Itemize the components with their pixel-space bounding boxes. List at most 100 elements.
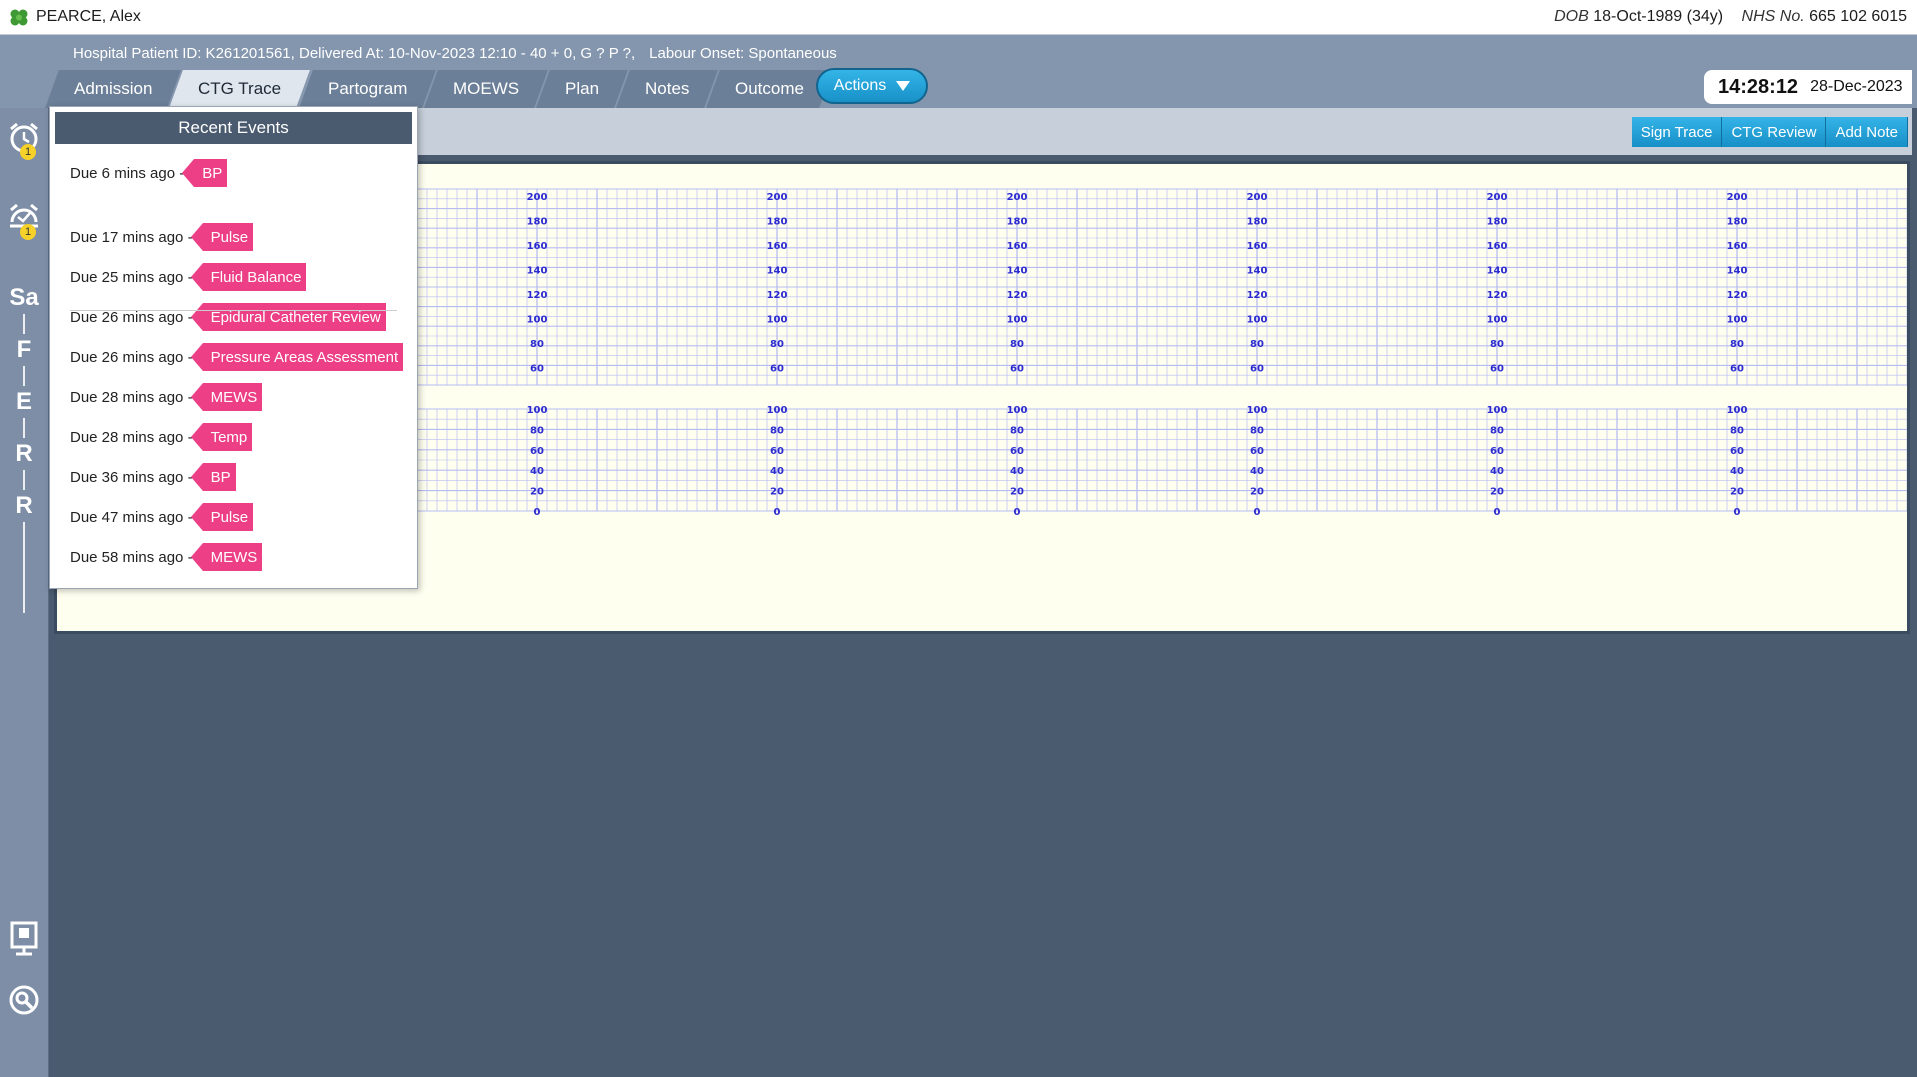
fhr-tick-label: 180 xyxy=(1487,217,1508,228)
fhr-tick-label: 180 xyxy=(527,217,548,228)
event-tag[interactable]: Temp xyxy=(190,423,253,451)
toco-tick-label: 40 xyxy=(1490,466,1504,477)
fhr-tick-label: 200 xyxy=(1727,192,1748,203)
toco-tick-label: 60 xyxy=(1250,446,1264,457)
event-due-text: Due 17 mins ago - xyxy=(70,228,193,246)
toco-tick-label: 40 xyxy=(770,466,784,477)
rail-letter-r1[interactable]: R xyxy=(4,434,44,474)
event-item[interactable]: Due 6 mins ago - BP xyxy=(70,159,228,187)
event-tag[interactable]: BP xyxy=(182,159,228,187)
alarm-badge: 1 xyxy=(20,144,36,160)
toco-tick-label: 100 xyxy=(767,405,788,416)
fhr-tick-label: 80 xyxy=(1490,339,1504,350)
rail-reminders[interactable]: 1 xyxy=(4,198,44,240)
toco-tick-label: 60 xyxy=(1730,446,1744,457)
event-due-text: Due 6 mins ago - xyxy=(70,164,185,182)
fhr-tick-label: 80 xyxy=(1010,339,1024,350)
event-item[interactable]: Due 26 mins ago - Pressure Areas Assessme… xyxy=(70,343,404,371)
toco-tick-label: 60 xyxy=(770,446,784,457)
event-due-text: Due 36 mins ago - xyxy=(70,468,193,486)
fhr-tick-label: 140 xyxy=(767,266,788,277)
actions-dropdown-button[interactable]: Actions xyxy=(816,68,928,104)
event-item[interactable]: Due 58 mins ago - MEWS xyxy=(70,543,263,571)
event-due-text: Due 28 mins ago - xyxy=(70,428,193,446)
tab-moews[interactable]: MOEWS xyxy=(424,70,550,108)
ctg-review-button[interactable]: CTG Review xyxy=(1722,117,1827,147)
patient-episode-info: Hospital Patient ID: K261201561, Deliver… xyxy=(73,45,837,62)
tab-partogram[interactable]: Partogram xyxy=(298,70,438,108)
tab-admission[interactable]: Admission xyxy=(45,70,184,108)
event-item[interactable]: Due 28 mins ago - Temp xyxy=(70,423,253,451)
event-due-text: Due 47 mins ago - xyxy=(70,508,193,526)
presentation-board-icon xyxy=(10,921,38,956)
sign-trace-button[interactable]: Sign Trace xyxy=(1631,117,1723,147)
event-item[interactable]: Due 17 mins ago - Pulse xyxy=(70,223,254,251)
fhr-tick-label: 180 xyxy=(767,217,788,228)
toco-tick-label: 0 xyxy=(1734,507,1741,518)
fhr-tick-label: 160 xyxy=(1727,241,1748,252)
fhr-tick-label: 160 xyxy=(1487,241,1508,252)
event-tag[interactable]: Pressure Areas Assessment xyxy=(190,343,404,371)
event-item[interactable]: Due 36 mins ago - BP xyxy=(70,463,236,491)
event-item[interactable]: Due 47 mins ago - Pulse xyxy=(70,503,254,531)
event-item[interactable]: Due 26 mins ago - Epidural Catheter Revie… xyxy=(70,303,386,331)
fhr-tick-label: 140 xyxy=(1007,266,1028,277)
reminder-badge: 1 xyxy=(20,224,36,240)
toco-tick-label: 0 xyxy=(774,507,781,518)
fhr-tick-label: 100 xyxy=(527,315,548,326)
toco-tick-label: 60 xyxy=(1490,446,1504,457)
toco-tick-label: 60 xyxy=(1010,446,1024,457)
event-tag[interactable]: MEWS xyxy=(190,543,263,571)
event-tag[interactable]: BP xyxy=(190,463,236,491)
event-tag[interactable]: Pulse xyxy=(190,503,254,531)
event-tag[interactable]: Fluid Balance xyxy=(190,263,307,291)
toco-tick-label: 0 xyxy=(1254,507,1261,518)
fhr-tick-label: 120 xyxy=(1487,290,1508,301)
fhr-tick-label: 80 xyxy=(770,339,784,350)
fhr-tick-label: 100 xyxy=(767,315,788,326)
rail-alarms[interactable]: 1 xyxy=(4,118,44,160)
fhr-tick-label: 140 xyxy=(1727,266,1748,277)
clock-date: 28-Dec-2023 xyxy=(1810,78,1903,95)
rail-letter-e[interactable]: E xyxy=(4,382,44,422)
rail-letter-r2[interactable]: R xyxy=(4,486,44,526)
rail-presentation[interactable] xyxy=(4,918,44,958)
event-tag[interactable]: Pulse xyxy=(190,223,254,251)
tab-notes[interactable]: Notes xyxy=(616,70,721,108)
toco-tick-label: 80 xyxy=(1730,425,1744,436)
event-tag[interactable]: Epidural Catheter Review xyxy=(190,303,386,331)
fhr-tick-label: 60 xyxy=(1490,364,1504,375)
tab-plan[interactable]: Plan xyxy=(536,70,630,108)
rail-letter-f[interactable]: F xyxy=(4,330,44,370)
main-tabs: Admission CTG Trace Partogram MOEWS Plan… xyxy=(45,70,836,108)
toco-tick-label: 100 xyxy=(527,405,548,416)
toco-tick-label: 80 xyxy=(530,425,544,436)
fhr-tick-label: 120 xyxy=(1007,290,1028,301)
toco-tick-label: 100 xyxy=(1247,405,1268,416)
clover-logo-icon xyxy=(10,9,28,26)
toco-tick-label: 0 xyxy=(534,507,541,518)
patient-name: PEARCE, Alex xyxy=(36,8,141,25)
fhr-tick-label: 200 xyxy=(767,192,788,203)
tab-ctg-trace[interactable]: CTG Trace xyxy=(169,70,313,108)
event-item[interactable]: Due 28 mins ago - MEWS xyxy=(70,383,263,411)
event-tag[interactable]: MEWS xyxy=(190,383,263,411)
patient-identifiers: DOB 18-Oct-1989 (34y) NHS No. 665 102 60… xyxy=(1554,8,1907,26)
fhr-tick-label: 80 xyxy=(1730,339,1744,350)
rail-letter-sa[interactable]: Sa xyxy=(4,278,44,318)
toco-tick-label: 100 xyxy=(1727,405,1748,416)
nhs-value: 665 102 6015 xyxy=(1809,8,1907,25)
fhr-tick-label: 60 xyxy=(1250,364,1264,375)
fhr-tick-label: 100 xyxy=(1007,315,1028,326)
toco-tick-label: 80 xyxy=(1490,425,1504,436)
rail-search[interactable] xyxy=(4,980,44,1020)
left-rail: 1 1 Sa F E R R xyxy=(0,108,49,1077)
fhr-tick-label: 100 xyxy=(1727,315,1748,326)
actions-label: Actions xyxy=(833,77,887,94)
fhr-tick-label: 180 xyxy=(1727,217,1748,228)
add-note-button[interactable]: Add Note xyxy=(1826,117,1908,147)
fhr-tick-label: 100 xyxy=(1247,315,1268,326)
toco-tick-label: 100 xyxy=(1487,405,1508,416)
toco-tick-label: 40 xyxy=(1250,466,1264,477)
event-item[interactable]: Due 25 mins ago - Fluid Balance xyxy=(70,263,307,291)
